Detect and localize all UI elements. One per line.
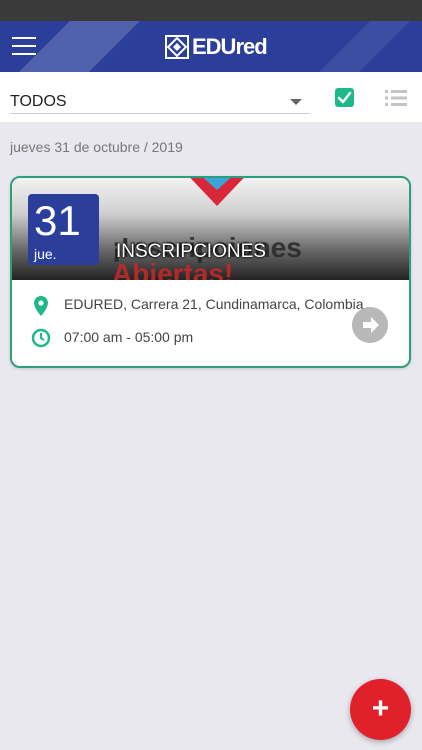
chevron-down-icon	[290, 99, 302, 105]
date-group-header: jueves 31 de octubre / 2019	[10, 139, 183, 155]
hamburger-menu-icon[interactable]	[12, 37, 38, 57]
event-time: 07:00 am - 05:00 pm	[64, 329, 194, 345]
banner-image-text: Abiertas!	[112, 258, 234, 281]
app-logo: EDUred	[165, 33, 268, 61]
clock-icon	[31, 328, 51, 348]
category-select[interactable]: TODOS	[10, 84, 310, 114]
banner-decoration	[190, 178, 244, 190]
event-banner-image: ¡Inscripciones Abiertas! INSCRIPCIONES 3…	[12, 178, 409, 280]
header-decoration	[270, 21, 422, 72]
event-day: 31	[34, 197, 81, 244]
list-view-icon[interactable]	[385, 89, 407, 107]
map-pin-icon	[34, 296, 48, 316]
event-title: INSCRIPCIONES	[116, 241, 266, 262]
checkbox-checked-icon[interactable]	[335, 88, 354, 107]
filter-bar: TODOS	[0, 72, 422, 122]
event-info: EDURED, Carrera 21, Cundinamarca, Colomb…	[12, 280, 409, 366]
event-weekday: jue.	[34, 246, 57, 262]
arrow-right-circle-icon[interactable]	[352, 307, 388, 343]
logo-text: EDUred	[192, 34, 268, 59]
category-select-value: TODOS	[10, 93, 67, 110]
event-date-badge: 31 jue.	[28, 194, 99, 265]
event-card[interactable]: ¡Inscripciones Abiertas! INSCRIPCIONES 3…	[10, 176, 411, 368]
add-event-button[interactable]: +	[350, 679, 411, 740]
event-location: EDURED, Carrera 21, Cundinamarca, Colomb…	[64, 296, 364, 312]
app-bar: EDUred	[0, 21, 422, 72]
status-bar	[0, 0, 422, 21]
logo-mark-icon	[165, 35, 189, 59]
